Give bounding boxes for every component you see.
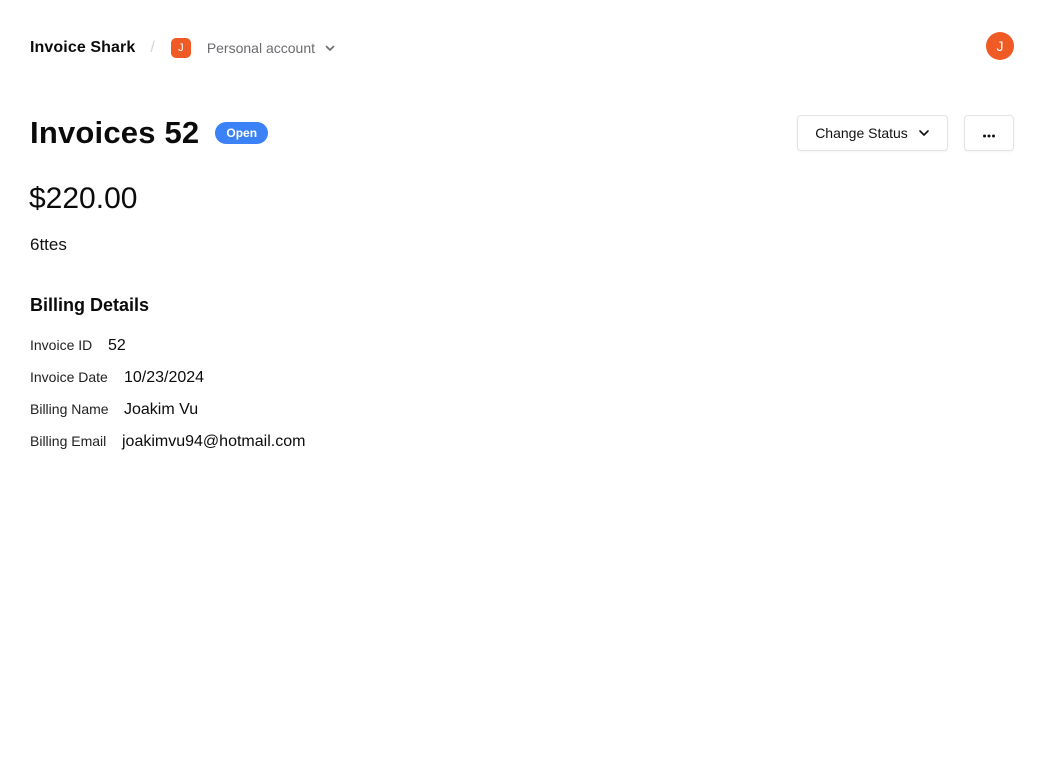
- change-status-label: Change Status: [815, 125, 908, 141]
- top-nav: Invoice Shark / J Personal account: [30, 36, 335, 60]
- invoice-description: 6ttes: [30, 235, 67, 254]
- more-horizontal-icon: [982, 125, 996, 141]
- chevron-down-icon: [918, 127, 930, 139]
- detail-value: 10/23/2024: [124, 369, 205, 386]
- detail-row-billing-email: Billing Email joakimvu94@hotmail.com: [30, 433, 305, 451]
- brand-link[interactable]: Invoice Shark: [30, 39, 135, 57]
- account-badge: J: [170, 38, 191, 58]
- account-name: Personal account: [206, 40, 315, 56]
- change-status-button[interactable]: Change Status: [797, 115, 948, 151]
- detail-value: joakimvu94@hotmail.com: [122, 433, 306, 450]
- detail-row-billing-name: Billing Name Joakim Vu: [30, 401, 198, 419]
- status-badge: Open: [215, 122, 269, 144]
- detail-label: Invoice ID: [30, 337, 93, 353]
- more-actions-button[interactable]: [964, 115, 1014, 151]
- detail-label: Invoice Date: [30, 369, 108, 385]
- detail-value: 52: [108, 337, 126, 354]
- page-title: Invoices 52: [30, 115, 200, 150]
- title-row: Invoices 52 Open: [30, 113, 269, 153]
- user-avatar[interactable]: J: [986, 32, 1014, 60]
- account-switcher[interactable]: J Personal account: [170, 38, 335, 58]
- detail-row-invoice-id: Invoice ID 52: [30, 337, 126, 355]
- billing-details-heading: Billing Details: [30, 295, 150, 315]
- invoice-page: Invoice Shark / J Personal account J Inv…: [0, 0, 1048, 764]
- chevron-down-icon: [325, 43, 335, 53]
- detail-value: Joakim Vu: [124, 401, 199, 418]
- detail-label: Billing Name: [30, 401, 109, 417]
- detail-row-invoice-date: Invoice Date 10/23/2024: [30, 369, 204, 387]
- detail-label: Billing Email: [30, 433, 107, 449]
- breadcrumb-separator: /: [150, 39, 155, 56]
- invoice-amount: $220.00: [29, 182, 138, 215]
